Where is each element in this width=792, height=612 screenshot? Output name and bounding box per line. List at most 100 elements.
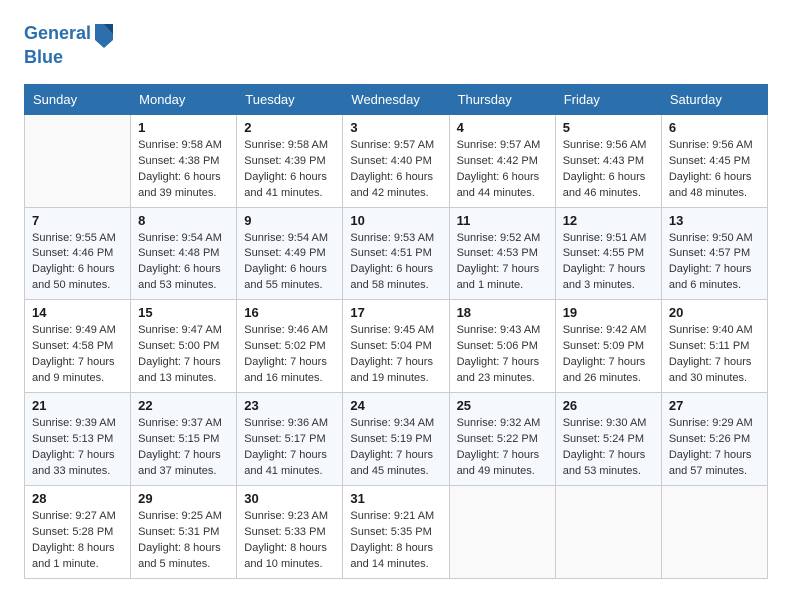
day-number: 17 — [350, 305, 441, 320]
calendar-cell: 15Sunrise: 9:47 AMSunset: 5:00 PMDayligh… — [131, 300, 237, 393]
calendar-cell: 1 Sunrise: 9:58 AMSunset: 4:38 PMDaylight… — [131, 114, 237, 207]
weekday-header: Thursday — [449, 84, 555, 114]
day-info: Sunrise: 9:42 AMSunset: 5:09 PMDaylight:… — [563, 323, 654, 387]
day-info: Sunrise: 9:45 AMSunset: 5:04 PMDaylight:… — [350, 323, 441, 387]
day-info: Sunrise: 9:39 AMSunset: 5:13 PMDaylight:… — [32, 416, 123, 480]
day-number: 24 — [350, 398, 441, 413]
calendar-cell: 28Sunrise: 9:27 AMSunset: 5:28 PMDayligh… — [25, 485, 131, 578]
day-info: Sunrise: 9:30 AMSunset: 5:24 PMDaylight:… — [563, 416, 654, 480]
calendar-cell — [25, 114, 131, 207]
day-info: Sunrise: 9:21 AMSunset: 5:35 PMDaylight:… — [350, 509, 441, 573]
calendar-cell: 29 Sunrise: 9:25 AMSunset: 5:31 PMDayligh… — [131, 485, 237, 578]
calendar-week-row: 7 Sunrise: 9:55 AMSunset: 4:46 PMDaylight… — [25, 207, 768, 300]
day-info: Sunrise: 9:56 AMSunset: 4:45 PMDaylight:… — [669, 138, 760, 202]
calendar-cell: 20 Sunrise: 9:40 AMSunset: 5:11 PMDayligh… — [661, 300, 767, 393]
day-number: 25 — [457, 398, 548, 413]
weekday-header: Wednesday — [343, 84, 449, 114]
day-info: Sunrise: 9:53 AMSunset: 4:51 PMDaylight:… — [350, 231, 441, 295]
calendar-cell — [449, 485, 555, 578]
day-number: 18 — [457, 305, 548, 320]
day-info: Sunrise: 9:54 AMSunset: 4:48 PMDaylight:… — [138, 231, 229, 295]
day-number: 23 — [244, 398, 335, 413]
calendar-cell: 8 Sunrise: 9:54 AMSunset: 4:48 PMDaylight… — [131, 207, 237, 300]
logo-text2: Blue — [24, 48, 115, 68]
logo-icon — [93, 20, 115, 48]
calendar-table: SundayMondayTuesdayWednesdayThursdayFrid… — [24, 84, 768, 579]
day-number: 26 — [563, 398, 654, 413]
day-number: 13 — [669, 213, 760, 228]
calendar-cell: 30 Sunrise: 9:23 AMSunset: 5:33 PMDayligh… — [237, 485, 343, 578]
weekday-header: Friday — [555, 84, 661, 114]
day-info: Sunrise: 9:58 AMSunset: 4:39 PMDaylight:… — [244, 138, 335, 202]
day-info: Sunrise: 9:50 AMSunset: 4:57 PMDaylight:… — [669, 231, 760, 295]
day-number: 30 — [244, 491, 335, 506]
calendar-cell: 10Sunrise: 9:53 AMSunset: 4:51 PMDayligh… — [343, 207, 449, 300]
calendar-cell: 21 Sunrise: 9:39 AMSunset: 5:13 PMDayligh… — [25, 393, 131, 486]
calendar-cell: 2 Sunrise: 9:58 AMSunset: 4:39 PMDaylight… — [237, 114, 343, 207]
day-info: Sunrise: 9:37 AMSunset: 5:15 PMDaylight:… — [138, 416, 229, 480]
calendar-cell: 19Sunrise: 9:42 AMSunset: 5:09 PMDayligh… — [555, 300, 661, 393]
calendar-cell: 4Sunrise: 9:57 AMSunset: 4:42 PMDaylight… — [449, 114, 555, 207]
day-info: Sunrise: 9:52 AMSunset: 4:53 PMDaylight:… — [457, 231, 548, 295]
day-number: 14 — [32, 305, 123, 320]
day-info: Sunrise: 9:43 AMSunset: 5:06 PMDaylight:… — [457, 323, 548, 387]
day-number: 1 — [138, 120, 229, 135]
day-info: Sunrise: 9:25 AMSunset: 5:31 PMDaylight:… — [138, 509, 229, 573]
calendar-cell: 23 Sunrise: 9:36 AMSunset: 5:17 PMDayligh… — [237, 393, 343, 486]
day-number: 15 — [138, 305, 229, 320]
day-number: 11 — [457, 213, 548, 228]
calendar-cell: 22 Sunrise: 9:37 AMSunset: 5:15 PMDayligh… — [131, 393, 237, 486]
weekday-header: Saturday — [661, 84, 767, 114]
day-info: Sunrise: 9:57 AMSunset: 4:42 PMDaylight:… — [457, 138, 548, 202]
day-info: Sunrise: 9:40 AMSunset: 5:11 PMDaylight:… — [669, 323, 760, 387]
weekday-header: Monday — [131, 84, 237, 114]
calendar-cell: 14 Sunrise: 9:49 AMSunset: 4:58 PMDayligh… — [25, 300, 131, 393]
day-info: Sunrise: 9:32 AMSunset: 5:22 PMDaylight:… — [457, 416, 548, 480]
calendar-cell: 7 Sunrise: 9:55 AMSunset: 4:46 PMDaylight… — [25, 207, 131, 300]
day-info: Sunrise: 9:23 AMSunset: 5:33 PMDaylight:… — [244, 509, 335, 573]
calendar-cell: 16Sunrise: 9:46 AMSunset: 5:02 PMDayligh… — [237, 300, 343, 393]
day-info: Sunrise: 9:54 AMSunset: 4:49 PMDaylight:… — [244, 231, 335, 295]
weekday-header: Tuesday — [237, 84, 343, 114]
day-number: 6 — [669, 120, 760, 135]
day-info: Sunrise: 9:51 AMSunset: 4:55 PMDaylight:… — [563, 231, 654, 295]
calendar-cell: 24 Sunrise: 9:34 AMSunset: 5:19 PMDayligh… — [343, 393, 449, 486]
calendar-cell: 6 Sunrise: 9:56 AMSunset: 4:45 PMDaylight… — [661, 114, 767, 207]
day-info: Sunrise: 9:29 AMSunset: 5:26 PMDaylight:… — [669, 416, 760, 480]
day-number: 20 — [669, 305, 760, 320]
calendar-cell: 27Sunrise: 9:29 AMSunset: 5:26 PMDayligh… — [661, 393, 767, 486]
page-header: General Blue — [24, 20, 768, 68]
day-number: 3 — [350, 120, 441, 135]
day-info: Sunrise: 9:58 AMSunset: 4:38 PMDaylight:… — [138, 138, 229, 202]
day-number: 8 — [138, 213, 229, 228]
day-number: 2 — [244, 120, 335, 135]
calendar-week-row: 1 Sunrise: 9:58 AMSunset: 4:38 PMDaylight… — [25, 114, 768, 207]
calendar-week-row: 28Sunrise: 9:27 AMSunset: 5:28 PMDayligh… — [25, 485, 768, 578]
weekday-header: Sunday — [25, 84, 131, 114]
day-number: 29 — [138, 491, 229, 506]
day-number: 7 — [32, 213, 123, 228]
calendar-cell: 25 Sunrise: 9:32 AMSunset: 5:22 PMDayligh… — [449, 393, 555, 486]
calendar-cell: 31 Sunrise: 9:21 AMSunset: 5:35 PMDayligh… — [343, 485, 449, 578]
day-number: 16 — [244, 305, 335, 320]
calendar-cell: 9Sunrise: 9:54 AMSunset: 4:49 PMDaylight… — [237, 207, 343, 300]
calendar-cell: 3Sunrise: 9:57 AMSunset: 4:40 PMDaylight… — [343, 114, 449, 207]
calendar-cell — [555, 485, 661, 578]
day-number: 22 — [138, 398, 229, 413]
calendar-cell: 5Sunrise: 9:56 AMSunset: 4:43 PMDaylight… — [555, 114, 661, 207]
calendar-week-row: 21 Sunrise: 9:39 AMSunset: 5:13 PMDayligh… — [25, 393, 768, 486]
calendar-cell: 18 Sunrise: 9:43 AMSunset: 5:06 PMDayligh… — [449, 300, 555, 393]
day-info: Sunrise: 9:34 AMSunset: 5:19 PMDaylight:… — [350, 416, 441, 480]
day-info: Sunrise: 9:49 AMSunset: 4:58 PMDaylight:… — [32, 323, 123, 387]
logo-text: General — [24, 24, 91, 44]
calendar-cell — [661, 485, 767, 578]
day-number: 12 — [563, 213, 654, 228]
day-number: 5 — [563, 120, 654, 135]
day-number: 31 — [350, 491, 441, 506]
logo: General Blue — [24, 20, 115, 68]
calendar-cell: 12 Sunrise: 9:51 AMSunset: 4:55 PMDayligh… — [555, 207, 661, 300]
day-info: Sunrise: 9:36 AMSunset: 5:17 PMDaylight:… — [244, 416, 335, 480]
calendar-cell: 13 Sunrise: 9:50 AMSunset: 4:57 PMDayligh… — [661, 207, 767, 300]
day-info: Sunrise: 9:55 AMSunset: 4:46 PMDaylight:… — [32, 231, 123, 295]
day-number: 21 — [32, 398, 123, 413]
